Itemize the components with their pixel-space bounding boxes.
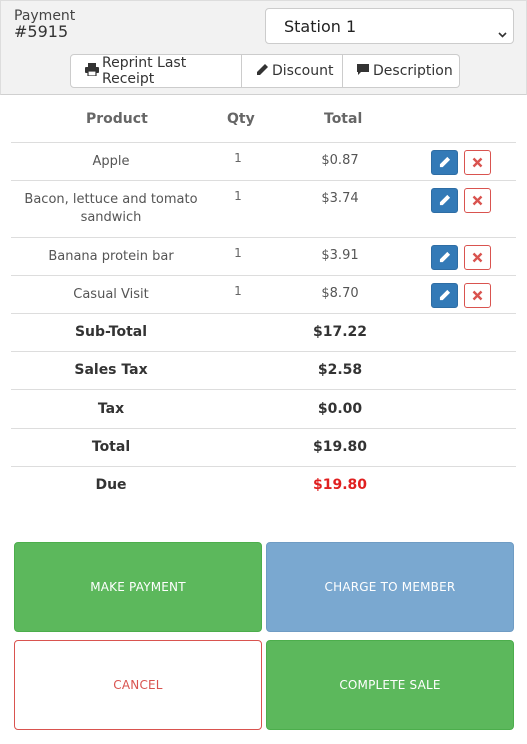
discount-button[interactable]: Discount <box>242 54 343 88</box>
action-button-group: Reprint Last Receipt Discount Descriptio… <box>70 54 460 88</box>
subtotal-value: $17.22 <box>312 324 368 340</box>
tax-value: $0.00 <box>317 401 363 417</box>
product-name: Banana protein bar <box>48 249 174 264</box>
table-row: Banana protein bar 1 $3.91 <box>11 237 516 276</box>
make-payment-button[interactable]: MAKE PAYMENT <box>14 542 262 632</box>
edit-item-button[interactable] <box>431 245 458 270</box>
product-name: Bacon, lettuce and tomato <box>24 192 198 207</box>
delete-item-button[interactable] <box>464 283 491 308</box>
edit-item-button[interactable] <box>431 283 458 308</box>
tax-row: Tax $0.00 <box>11 389 516 429</box>
x-icon <box>472 153 483 172</box>
pencil-icon <box>439 248 451 267</box>
charge-to-member-label: CHARGE TO MEMBER <box>324 580 456 594</box>
reprint-receipt-label: Reprint Last Receipt <box>102 55 187 87</box>
due-label: Due <box>95 477 127 493</box>
charge-to-member-button[interactable]: CHARGE TO MEMBER <box>266 542 514 632</box>
item-qty: 1 <box>234 189 242 203</box>
printer-icon <box>85 62 102 80</box>
delete-item-button[interactable] <box>464 245 491 270</box>
chevron-down-icon <box>498 23 507 42</box>
pencil-icon <box>439 153 451 172</box>
total-value: $19.80 <box>312 439 368 455</box>
column-header-product: Product <box>86 111 148 127</box>
edit-item-button[interactable] <box>431 150 458 175</box>
x-icon <box>472 191 483 210</box>
column-header-total: Total <box>324 111 363 127</box>
reprint-receipt-button[interactable]: Reprint Last Receipt <box>70 54 242 88</box>
item-total: $3.91 <box>321 248 359 263</box>
item-total: $3.74 <box>321 191 359 206</box>
sales-tax-value: $2.58 <box>317 362 363 378</box>
total-row: Total $19.80 <box>11 428 516 467</box>
complete-sale-label: COMPLETE SALE <box>339 678 441 692</box>
delete-item-button[interactable] <box>464 150 491 175</box>
pencil-icon <box>439 191 451 210</box>
product-name: Casual Visit <box>73 287 149 302</box>
product-name: Apple <box>92 154 130 169</box>
cancel-button[interactable]: CANCEL <box>14 640 262 730</box>
total-label: Total <box>91 439 131 455</box>
pencil-icon <box>439 286 451 305</box>
table-row: Bacon, lettuce and tomato sandwich 1 $3.… <box>11 180 516 238</box>
edit-item-button[interactable] <box>431 188 458 213</box>
description-label: Description <box>373 63 453 79</box>
subtotal-row: Sub-Total $17.22 <box>11 313 516 352</box>
item-qty: 1 <box>234 284 242 298</box>
comment-icon <box>356 63 373 80</box>
pencil-icon <box>256 63 272 80</box>
discount-label: Discount <box>272 63 334 79</box>
table-row: Apple 1 $0.87 <box>11 142 516 181</box>
x-icon <box>472 286 483 305</box>
item-total: $8.70 <box>321 286 359 301</box>
cancel-label: CANCEL <box>113 678 163 692</box>
x-icon <box>472 248 483 267</box>
payment-header: Payment #5915 Station 1 Reprint Last Rec… <box>0 0 527 95</box>
payment-number: #5915 <box>14 22 69 41</box>
column-header-qty: Qty <box>227 111 255 127</box>
due-row: Due $19.80 <box>11 466 516 505</box>
delete-item-button[interactable] <box>464 188 491 213</box>
station-selected-value: Station 1 <box>284 17 357 36</box>
item-qty: 1 <box>234 246 242 260</box>
tax-label: Tax <box>97 401 125 417</box>
description-button[interactable]: Description <box>343 54 460 88</box>
table-row: Casual Visit 1 $8.70 <box>11 275 516 314</box>
station-select[interactable]: Station 1 <box>265 8 514 44</box>
sales-tax-row: Sales Tax $2.58 <box>11 351 516 390</box>
item-qty: 1 <box>234 151 242 165</box>
product-name-continued: sandwich <box>80 210 142 225</box>
item-total: $0.87 <box>321 153 359 168</box>
sales-tax-label: Sales Tax <box>74 362 148 378</box>
complete-sale-button[interactable]: COMPLETE SALE <box>266 640 514 730</box>
make-payment-label: MAKE PAYMENT <box>90 580 186 594</box>
due-value: $19.80 <box>312 477 368 493</box>
subtotal-label: Sub-Total <box>74 324 148 340</box>
